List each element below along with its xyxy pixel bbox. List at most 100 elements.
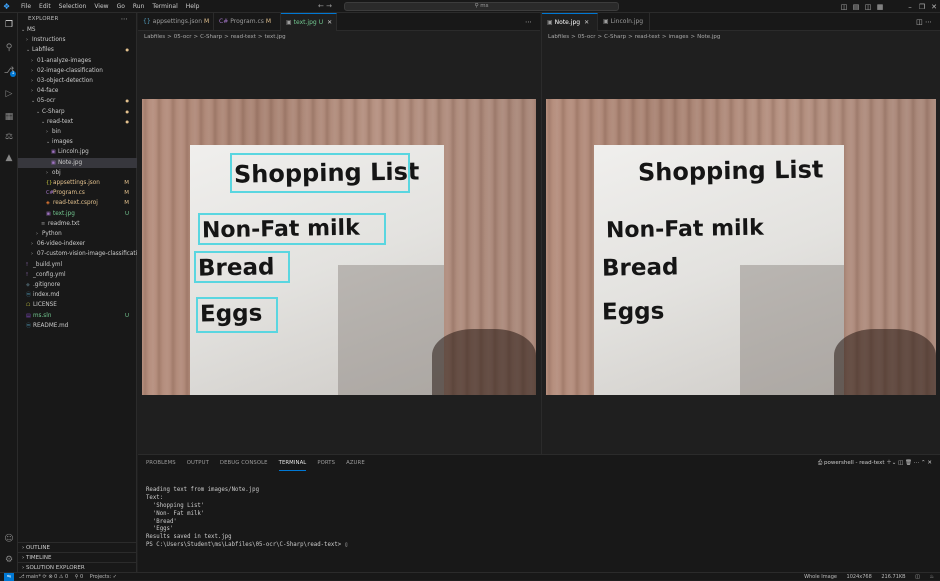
- menu-view[interactable]: View: [90, 0, 112, 13]
- split-editor-icon[interactable]: ◫ ⋯: [916, 13, 932, 31]
- menu-help[interactable]: Help: [182, 0, 204, 13]
- tree-file[interactable]: ⓜ index.md: [18, 290, 137, 300]
- back-forward-icon[interactable]: ← →: [318, 0, 332, 13]
- accounts-icon[interactable]: ☺: [3, 533, 15, 545]
- tree-folder[interactable]: › bin: [18, 127, 137, 137]
- projects-status[interactable]: Projects: ✓: [90, 574, 117, 580]
- tree-folder[interactable]: › 04-face: [18, 86, 137, 96]
- command-center-search[interactable]: ⚲ ms: [344, 2, 619, 11]
- tree-file[interactable]: ◆ .gitignore: [18, 280, 137, 290]
- tree-file[interactable]: ▣ Note.jpg: [18, 157, 137, 168]
- tree-file[interactable]: ≡ readme.txt: [18, 219, 137, 229]
- terminal-prompt[interactable]: PS C:\Users\Student\ms\Labfiles\05-ocr\C…: [146, 542, 926, 550]
- tree-folder[interactable]: › 02-image-classification: [18, 66, 137, 76]
- editor-more-actions-icon[interactable]: ⋯: [525, 13, 532, 31]
- restore-icon[interactable]: ❐: [916, 3, 928, 11]
- terminal-output[interactable]: Reading text from images/Note.jpg Text: '…: [146, 479, 926, 566]
- toggle-panel-icon[interactable]: ▤: [850, 3, 862, 11]
- tab-ports[interactable]: PORTS: [317, 455, 335, 471]
- tab-program-cs[interactable]: C# Program.cs M: [214, 13, 281, 31]
- tab-note-jpg[interactable]: ▣ Note.jpg ✕: [542, 13, 598, 31]
- tree-folder[interactable]: › 07-custom-vision-image-classificati...: [18, 249, 137, 259]
- menu-terminal[interactable]: Terminal: [148, 0, 181, 13]
- notifications-bell-icon[interactable]: ♨: [930, 574, 934, 580]
- crumb[interactable]: C-Sharp: [200, 34, 222, 40]
- tree-file[interactable]: ! _config.yml: [18, 270, 137, 280]
- crumb[interactable]: Labfiles: [548, 34, 569, 40]
- tab-azure[interactable]: AZURE: [346, 455, 365, 471]
- minimize-icon[interactable]: –: [904, 3, 916, 11]
- tree-file[interactable]: {}appsettings.json M: [18, 178, 137, 188]
- tab-output[interactable]: OUTPUT: [187, 455, 209, 471]
- tree-folder[interactable]: ⌄ read-text ●: [18, 117, 137, 127]
- menu-file[interactable]: File: [17, 0, 35, 13]
- tree-file[interactable]: ◈ read-text.csproj M: [18, 198, 137, 208]
- tree-file[interactable]: ▣ text.jpg U: [18, 209, 137, 219]
- menu-edit[interactable]: Edit: [35, 0, 55, 13]
- tree-file[interactable]: C#Program.cs M: [18, 188, 137, 198]
- crumb[interactable]: 05-ocr: [578, 34, 596, 40]
- run-debug-icon[interactable]: ▷: [3, 88, 15, 100]
- menu-go[interactable]: Go: [113, 0, 129, 13]
- explorer-icon[interactable]: ❐: [3, 19, 15, 31]
- ports-count[interactable]: ⚲ 0: [75, 574, 83, 580]
- crumb[interactable]: 05-ocr: [174, 34, 192, 40]
- outline-section[interactable]: › OUTLINE: [18, 542, 137, 552]
- tree-folder[interactable]: › Instructions: [18, 35, 137, 45]
- new-terminal-icon[interactable]: ＋⌄: [886, 460, 896, 466]
- toggle-sidebar-icon[interactable]: ◫: [838, 3, 850, 11]
- tab-debug-console[interactable]: DEBUG CONSOLE: [220, 455, 268, 471]
- toggle-secondary-sidebar-icon[interactable]: ◫: [862, 3, 874, 11]
- tree-folder[interactable]: ⌄ Labfiles ●: [18, 45, 137, 55]
- maximize-panel-icon[interactable]: ⌃: [921, 460, 926, 466]
- solution-explorer-section[interactable]: › SOLUTION EXPLORER: [18, 562, 137, 572]
- git-branch[interactable]: main*: [26, 574, 41, 580]
- copilot-icon[interactable]: ◫: [915, 574, 920, 580]
- tree-file[interactable]: ▣ Lincoln.jpg: [18, 147, 137, 157]
- extensions-icon[interactable]: ▦: [3, 111, 15, 123]
- tree-file[interactable]: ▤ ms.sln U: [18, 311, 137, 321]
- crumb[interactable]: Labfiles: [144, 34, 165, 40]
- more-actions-icon[interactable]: ⋯: [914, 460, 920, 466]
- close-tab-icon[interactable]: ✕: [327, 19, 332, 26]
- tab-lincoln-jpg[interactable]: ▣ Lincoln.jpg: [598, 13, 650, 31]
- more-actions-icon[interactable]: ⋯: [121, 13, 128, 25]
- close-window-icon[interactable]: ✕: [928, 3, 940, 11]
- close-panel-icon[interactable]: ✕: [927, 460, 932, 466]
- crumb[interactable]: images: [669, 34, 689, 40]
- timeline-section[interactable]: › TIMELINE: [18, 552, 137, 562]
- menu-run[interactable]: Run: [129, 0, 149, 13]
- kill-terminal-icon[interactable]: 🗑: [905, 460, 912, 466]
- search-view-icon[interactable]: ⚲: [3, 42, 15, 54]
- tree-file[interactable]: ! _build.yml: [18, 260, 137, 270]
- menu-selection[interactable]: Selection: [55, 0, 91, 13]
- tree-folder[interactable]: ⌄ C-Sharp ●: [18, 107, 137, 117]
- tab-terminal[interactable]: TERMINAL: [278, 455, 307, 471]
- testing-icon[interactable]: ⚖: [3, 131, 15, 143]
- tree-folder[interactable]: › 06-video-indexer: [18, 239, 137, 249]
- tree-folder[interactable]: › Python: [18, 229, 137, 239]
- tree-folder[interactable]: ⌄ images: [18, 137, 137, 147]
- problems-count[interactable]: ⊗ 0 ⚠ 0: [48, 574, 68, 580]
- customize-layout-icon[interactable]: ▦: [874, 3, 886, 11]
- zoom-mode[interactable]: Whole Image: [804, 574, 837, 580]
- close-tab-icon[interactable]: ✕: [584, 19, 589, 26]
- tab-appsettings-json[interactable]: {} appsettings.json M: [138, 13, 214, 31]
- terminal-name[interactable]: powershell - read-text: [824, 460, 885, 466]
- crumb[interactable]: text.jpg: [265, 34, 286, 40]
- tree-file[interactable]: ☖ LICENSE: [18, 300, 137, 310]
- azure-icon[interactable]: ▲: [3, 152, 15, 164]
- tree-folder[interactable]: ⌄ 05-ocr ●: [18, 96, 137, 106]
- tree-folder[interactable]: › 01-analyze-images: [18, 56, 137, 66]
- tree-folder[interactable]: ⌄ MS: [18, 25, 137, 35]
- crumb[interactable]: C-Sharp: [604, 34, 626, 40]
- tree-file[interactable]: ⓜ README.md: [18, 321, 137, 331]
- split-terminal-icon[interactable]: ◫: [898, 460, 903, 466]
- tree-folder[interactable]: › 03-object-detection: [18, 76, 137, 86]
- manage-gear-icon[interactable]: ⚙: [3, 554, 15, 566]
- crumb[interactable]: read-text: [231, 34, 256, 40]
- tree-folder[interactable]: › obj: [18, 168, 137, 178]
- tab-text-jpg[interactable]: ▣ text.jpg U ✕: [281, 13, 337, 31]
- crumb[interactable]: read-text: [635, 34, 660, 40]
- tab-problems[interactable]: PROBLEMS: [146, 455, 176, 471]
